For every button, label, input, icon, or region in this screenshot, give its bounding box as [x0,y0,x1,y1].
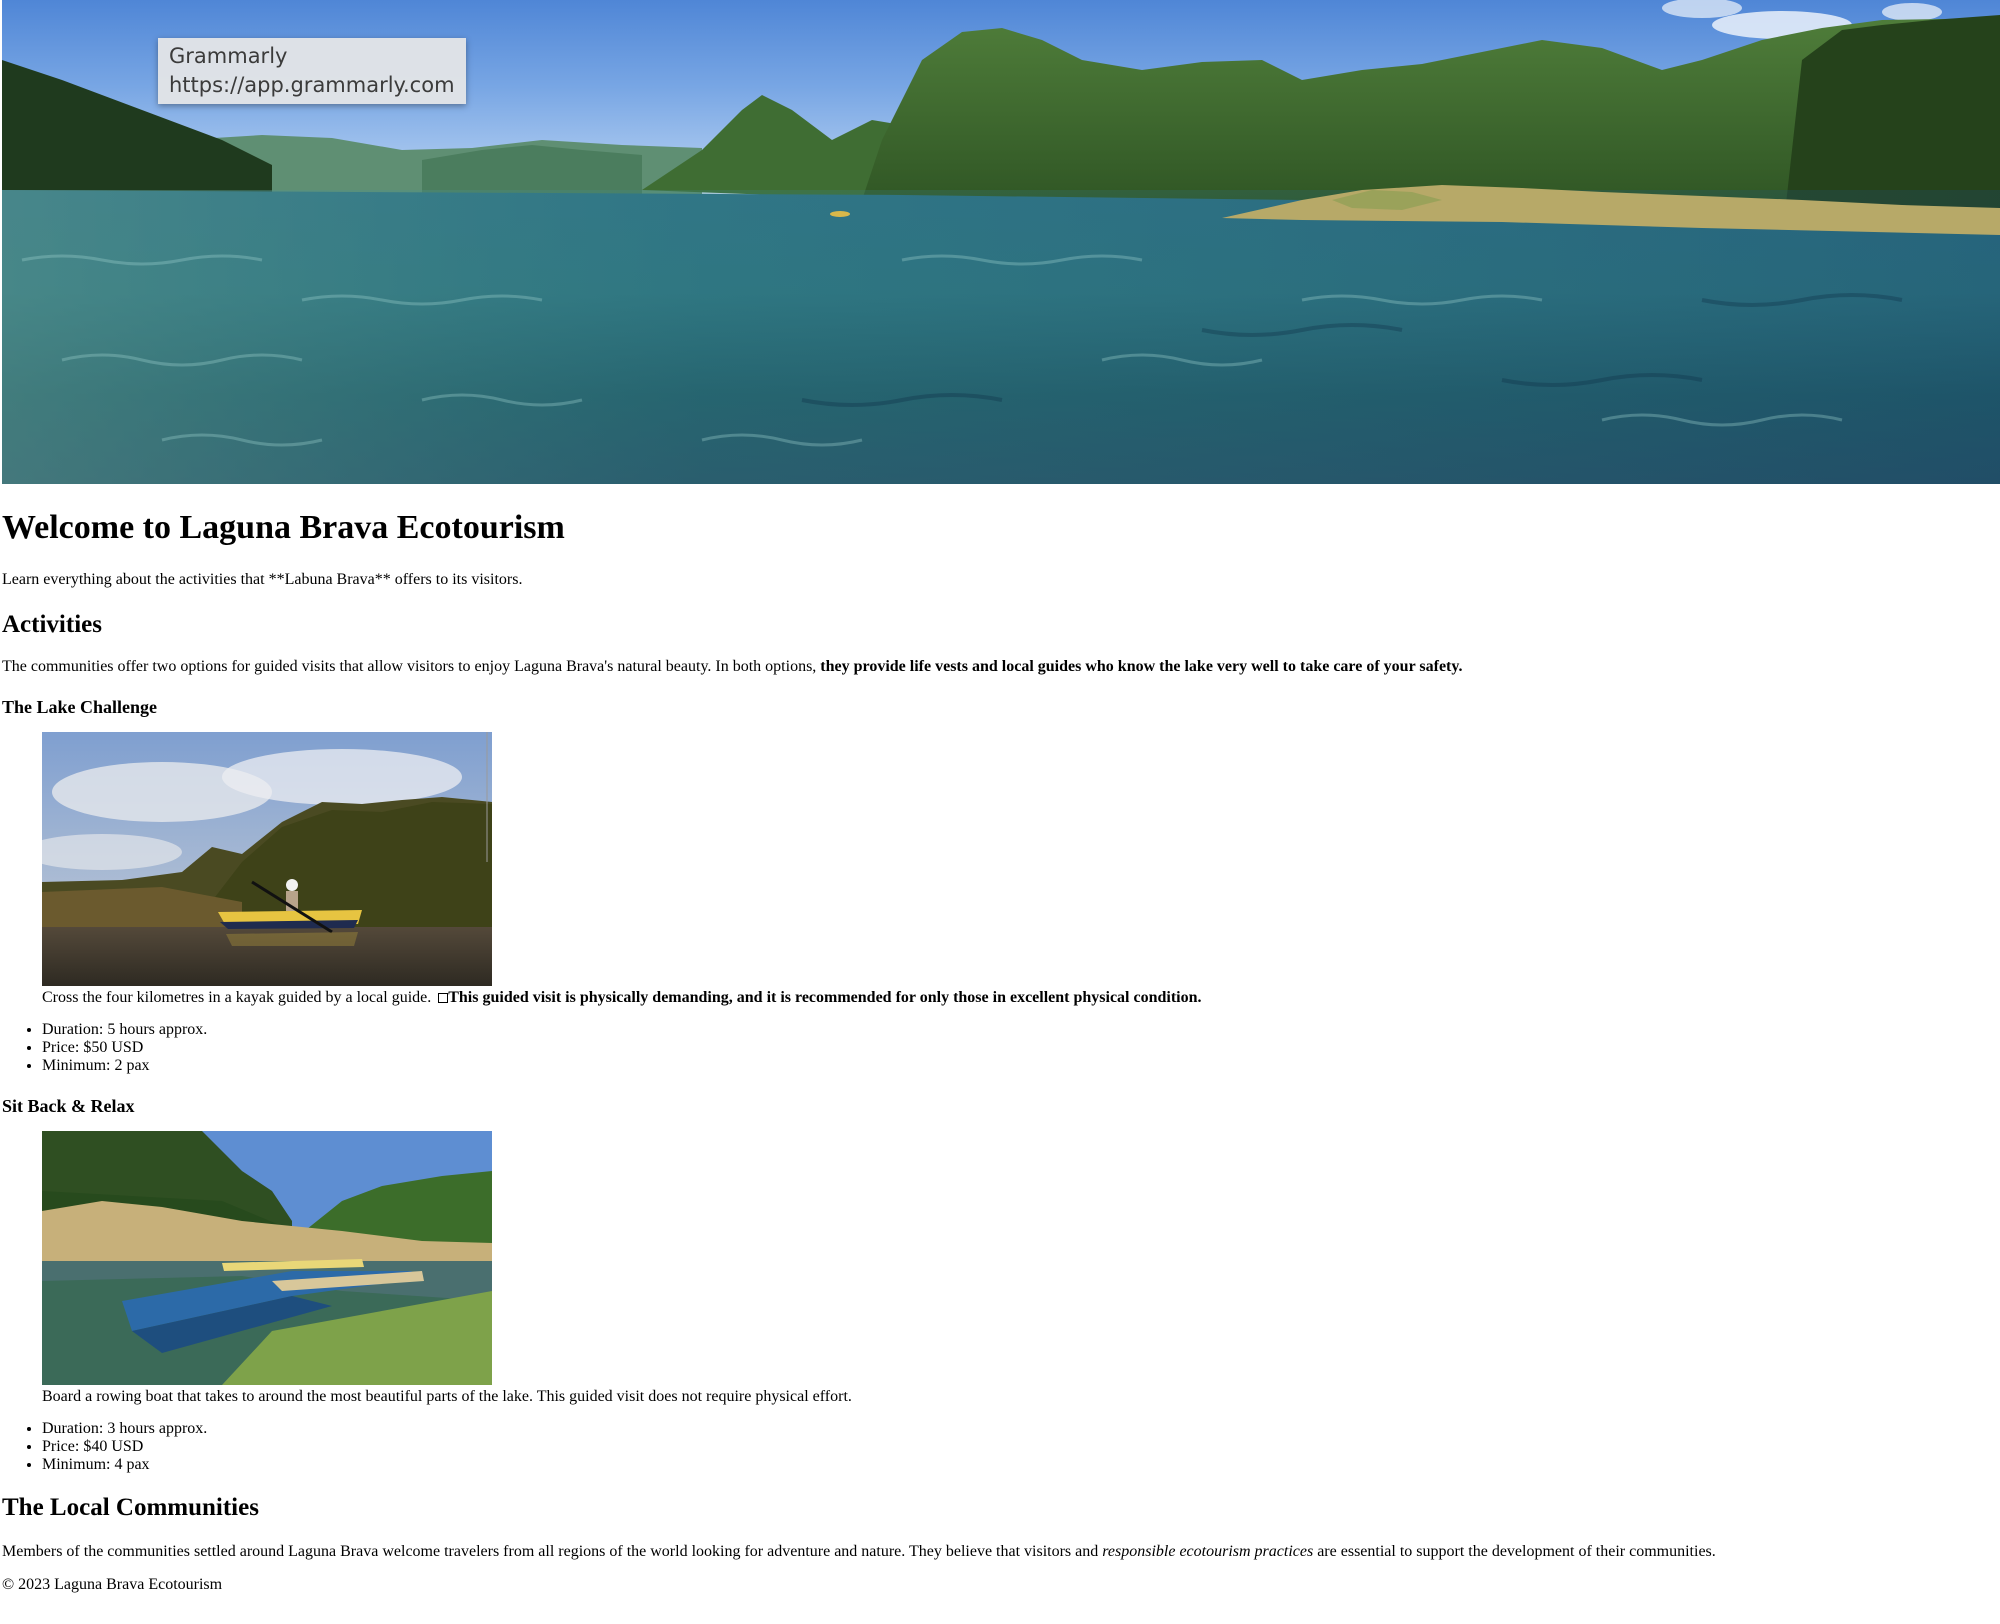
communities-paragraph: Members of the communities settled aroun… [2,1542,1992,1561]
copyright-text: © 2023 Laguna Brava Ecotourism [2,1576,223,1593]
activities-text: The communities offer two options for gu… [2,658,821,675]
list-item: Minimum: 2 pax [42,1057,1992,1075]
communities-text: Members of the communities settled aroun… [2,1543,1103,1560]
sit-back-heading: Sit Back & Relax [2,1096,135,1116]
list-item: Minimum: 4 pax [42,1456,1992,1474]
list-item: Duration: 5 hours approx. [42,1021,1992,1039]
lake-challenge-warning: This guided visit is physically demandin… [448,989,1202,1006]
lake-challenge-details: Duration: 5 hours approx. Price: $50 USD… [2,1021,1992,1075]
grammarly-tooltip: Grammarly https://app.grammarly.com [158,38,466,104]
kayak-photo [42,732,492,986]
lake-challenge-caption-text: Cross the four kilometres in a kayak gui… [42,989,436,1006]
activities-safety-text: they provide life vests and local guides… [820,658,1463,675]
list-item: Price: $50 USD [42,1039,1992,1057]
lake-challenge-heading: The Lake Challenge [2,697,158,717]
lake-challenge-figure: Cross the four kilometres in a kayak gui… [42,732,1992,1007]
intro-paragraph: Learn everything about the activities th… [2,571,523,588]
communities-heading: The Local Communities [2,1494,259,1521]
list-item: Price: $40 USD [42,1438,1992,1456]
rowing-boat-photo [42,1131,492,1385]
activities-paragraph: The communities offer two options for gu… [2,657,1992,676]
communities-emphasis: responsible ecotourism practices [1102,1543,1314,1560]
sit-back-details: Duration: 3 hours approx. Price: $40 USD… [2,1420,1992,1474]
tooltip-app-name: Grammarly [169,44,288,68]
activities-heading: Activities [2,611,102,638]
page-title: Welcome to Laguna Brava Ecotourism [2,509,565,546]
page-footer: © 2023 Laguna Brava Ecotourism [2,1575,1992,1594]
communities-text-end: are essential to support the development… [1313,1543,1716,1560]
list-item: Duration: 3 hours approx. [42,1420,1992,1438]
main-content: Welcome to Laguna Brava Ecotourism Learn… [2,484,1992,1594]
hero-banner-image: Grammarly https://app.grammarly.com [2,0,2000,484]
sit-back-figure: Board a rowing boat that takes to around… [42,1131,1992,1406]
lake-challenge-caption: Cross the four kilometres in a kayak gui… [42,988,1992,1007]
sit-back-caption: Board a rowing boat that takes to around… [42,1388,852,1405]
tooltip-url: https://app.grammarly.com [169,73,455,97]
missing-glyph-icon [438,993,449,1003]
